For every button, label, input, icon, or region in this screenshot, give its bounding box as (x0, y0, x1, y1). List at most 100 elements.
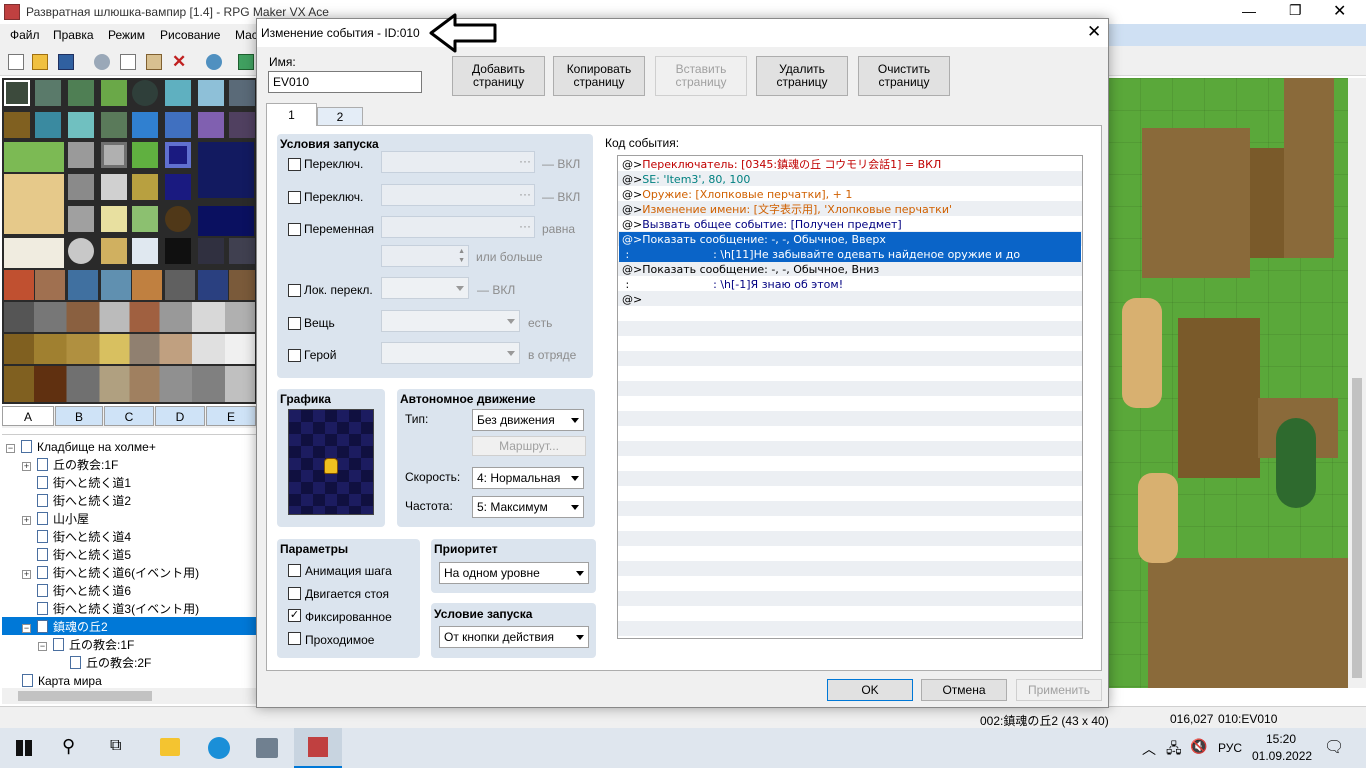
open-icon[interactable] (32, 54, 48, 70)
delete-page-button[interactable]: Удалить страницу (756, 56, 848, 96)
close-icon[interactable]: ✕ (1333, 1, 1346, 21)
notification-icon[interactable]: 🗨 (1324, 737, 1344, 757)
add-page-button[interactable]: Добавить страницу (452, 56, 545, 96)
spinner-arrows-icon[interactable]: ▲ ▼ (458, 247, 465, 265)
paste-page-button[interactable]: Вставить страницу (655, 56, 747, 96)
tree-item[interactable]: + 街へと続く道6(イベント用) (22, 564, 199, 582)
tile[interactable] (4, 334, 255, 364)
cut-icon[interactable] (94, 54, 110, 70)
tile[interactable] (4, 112, 30, 138)
switch1-checkbox[interactable] (288, 158, 301, 171)
tree-item-root[interactable]: − Кладбище на холме+ (6, 438, 156, 456)
walk-anim-checkbox[interactable] (288, 564, 301, 577)
tile[interactable] (68, 112, 94, 138)
route-button[interactable]: Маршрут... (472, 436, 586, 456)
code-line[interactable]: @>Переключатель: [0345:鎮魂の丘 コウモリ会話1] = В… (619, 157, 1081, 172)
menu-draw[interactable]: Рисование (160, 28, 220, 42)
minimize-icon[interactable]: — (1242, 3, 1256, 19)
tile[interactable] (4, 142, 64, 172)
tile[interactable] (132, 142, 158, 168)
self-switch-select[interactable] (381, 277, 469, 299)
tile[interactable] (4, 270, 34, 300)
tree-item[interactable]: 街へと続く道3(イベント用) (37, 600, 199, 618)
event-code-list[interactable]: @>Переключатель: [0345:鎮魂の丘 コウモリ会話1] = В… (617, 155, 1083, 639)
tree-item[interactable]: + 山小屋 (22, 510, 89, 528)
item-checkbox[interactable] (288, 317, 301, 330)
code-line[interactable]: : : \h[-1]Я знаю об этом! (619, 277, 1081, 292)
tree-item[interactable]: 街へと続く道2 (37, 492, 131, 510)
tile[interactable] (132, 270, 162, 300)
task-view-icon[interactable]: ⧉ (110, 737, 121, 755)
tile[interactable] (165, 142, 191, 168)
collapse-icon[interactable]: − (22, 624, 31, 633)
copy-page-button[interactable]: Копировать страницу (553, 56, 645, 96)
direction-fix-checkbox[interactable]: ✓ (288, 609, 301, 622)
tile[interactable] (68, 206, 94, 232)
move-freq-select[interactable]: 5: Максимум (472, 496, 584, 518)
tile[interactable] (229, 80, 255, 106)
dialog-close-icon[interactable]: ✕ (1087, 22, 1101, 42)
tree-item[interactable]: 街へと続く道5 (37, 546, 131, 564)
graphic-preview[interactable] (288, 409, 374, 515)
tile[interactable] (132, 174, 158, 200)
ok-button[interactable]: OK (827, 679, 913, 701)
tile[interactable] (198, 142, 254, 198)
tile[interactable] (68, 80, 94, 106)
tile[interactable] (198, 270, 228, 300)
move-type-select[interactable]: Без движения (472, 409, 584, 431)
page-tab-2[interactable]: 2 (317, 107, 363, 126)
tile[interactable] (165, 174, 191, 200)
tile[interactable] (165, 112, 191, 138)
tile[interactable] (101, 206, 127, 232)
variable-checkbox[interactable] (288, 223, 301, 236)
tree-item[interactable]: 街へと続く道1 (37, 474, 131, 492)
trigger-select[interactable]: От кнопки действия (439, 626, 589, 648)
menu-edit[interactable]: Правка (53, 28, 94, 42)
self-switch-checkbox[interactable] (288, 284, 301, 297)
tile[interactable] (198, 206, 254, 236)
actor-checkbox[interactable] (288, 349, 301, 362)
tile[interactable] (68, 174, 94, 200)
input-language[interactable]: РУС (1218, 741, 1242, 755)
expand-icon[interactable]: + (22, 462, 31, 471)
file-explorer-icon[interactable] (160, 738, 180, 756)
switch1-field[interactable]: ··· (381, 151, 535, 173)
volume-icon[interactable]: 🔇 (1190, 738, 1207, 755)
map-vscrollbar[interactable] (1348, 78, 1366, 688)
tree-item[interactable]: 街へと続く道6 (37, 582, 131, 600)
tray-chevron-icon[interactable]: ︿ (1142, 739, 1156, 759)
tile[interactable] (68, 270, 98, 300)
move-speed-select[interactable]: 4: Нормальная (472, 467, 584, 489)
expand-icon[interactable]: + (22, 516, 31, 525)
tileset-tab-a[interactable]: A (2, 406, 54, 426)
tile[interactable] (101, 238, 127, 264)
tree-item-selected[interactable]: − 鎮魂の丘2 (22, 618, 108, 636)
new-icon[interactable] (8, 54, 24, 70)
edge-icon[interactable] (208, 737, 230, 759)
tree-item[interactable]: Карта мира (22, 672, 102, 688)
variable-value-spinner[interactable]: ▲ ▼ (381, 245, 469, 267)
tile[interactable] (4, 80, 30, 106)
step-anim-checkbox[interactable] (288, 587, 301, 600)
priority-select[interactable]: На одном уровне (439, 562, 589, 584)
tile[interactable] (165, 80, 191, 106)
clear-page-button[interactable]: Очистить страницу (858, 56, 950, 96)
collapse-icon[interactable]: − (6, 444, 15, 453)
collapse-icon[interactable]: − (38, 642, 47, 651)
ellipsis-icon[interactable]: ··· (519, 219, 531, 233)
page-tab-1[interactable]: 1 (266, 103, 317, 126)
restore-icon[interactable]: ❐ (1289, 2, 1302, 19)
switch2-checkbox[interactable] (288, 191, 301, 204)
code-line[interactable]: @>Вызвать общее событие: [Получен предме… (619, 217, 1081, 232)
tree-item[interactable]: + 丘の教会:1F (22, 456, 118, 474)
code-line-selected[interactable]: @>Показать сообщение: -, -, Обычное, Вве… (619, 232, 1081, 247)
tree-item[interactable]: 丘の教会:2F (70, 654, 151, 672)
ellipsis-icon[interactable]: ··· (519, 187, 531, 201)
name-field[interactable]: EV010 (268, 71, 422, 93)
map-view[interactable] (1108, 78, 1348, 688)
cancel-button[interactable]: Отмена (921, 679, 1007, 701)
tree-item[interactable]: 街へと続く道4 (37, 528, 131, 546)
menu-scale[interactable]: Мас (235, 28, 258, 42)
tile[interactable] (4, 238, 64, 268)
variable-field[interactable]: ··· (381, 216, 535, 238)
